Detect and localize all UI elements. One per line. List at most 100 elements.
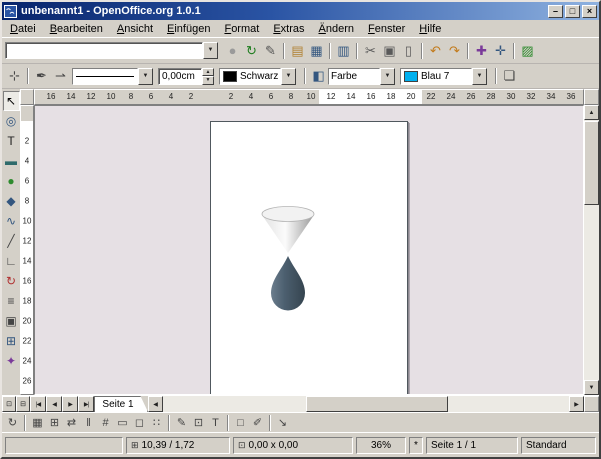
menu-item-ansicht[interactable]: Ansicht [110, 22, 160, 36]
area-style-icon[interactable]: ◧ [309, 67, 328, 86]
line-color-value[interactable]: Schwarz [219, 68, 281, 85]
simple-handles-icon[interactable]: □ [232, 415, 249, 431]
document-page[interactable] [210, 121, 408, 395]
lines-arrows-tool[interactable]: ╱ [3, 231, 20, 251]
ruler-origin-box[interactable] [20, 89, 34, 105]
connector-tool[interactable]: ∟ [3, 251, 20, 271]
master-mode-button[interactable]: ⊟ [16, 396, 30, 412]
show-grid-icon[interactable]: ▦ [29, 415, 46, 431]
page-mode-button[interactable]: ⊡ [2, 396, 16, 412]
snap-to-object-points-icon[interactable]: ∷ [148, 415, 165, 431]
menu-item-ändern[interactable]: Ändern [312, 22, 361, 36]
close-button[interactable]: × [582, 5, 597, 18]
vertical-scroll-track[interactable] [584, 205, 599, 380]
arrow-style-icon[interactable]: ⇀ [51, 67, 70, 86]
menu-item-hilfe[interactable]: Hilfe [412, 22, 448, 36]
alignment-tool[interactable]: ≡ [3, 291, 20, 311]
menu-item-extras[interactable]: Extras [266, 22, 311, 36]
spin-down-icon[interactable]: ▼ [202, 76, 214, 85]
snap-lines-visible-icon[interactable]: ‖ [80, 415, 97, 431]
objects3d-tool[interactable]: ◆ [3, 191, 20, 211]
page-tab[interactable]: Seite 1 [94, 396, 148, 412]
stop-icon[interactable]: ● [223, 41, 242, 60]
next-page-button[interactable]: ▶ [62, 396, 78, 412]
arrange-tool[interactable]: ▣ [3, 311, 20, 331]
edit-points-icon[interactable]: ⊹ [5, 67, 24, 86]
undo-icon[interactable]: ↶ [426, 41, 445, 60]
line-style-value[interactable] [72, 68, 138, 85]
modify-with-attributes-icon[interactable]: ✐ [249, 415, 266, 431]
vertical-scroll-thumb[interactable] [584, 121, 599, 205]
rectangle-tool[interactable]: ▬ [3, 151, 20, 171]
vertical-ruler[interactable]: 246810121416182022242628 [20, 105, 34, 395]
line-width-spinner[interactable]: ▲ ▼ [202, 68, 214, 85]
title-bar[interactable]: unbenannt1 - OpenOffice.org 1.0.1 – □ × [2, 2, 599, 20]
scroll-up-button[interactable]: ▲ [584, 105, 599, 120]
scroll-left-button[interactable]: ◀ [148, 396, 163, 412]
navigator-icon[interactable]: ✛ [491, 41, 510, 60]
insert-tool[interactable]: ⊞ [3, 331, 20, 351]
line-style-dropdown-button[interactable]: ▼ [138, 68, 153, 85]
maximize-button[interactable]: □ [565, 5, 580, 18]
line-width-input[interactable] [158, 68, 202, 85]
double-click-text-icon[interactable]: T [207, 415, 224, 431]
select-tool[interactable]: ↖ [3, 91, 20, 111]
h-ruler-number: 4 [169, 92, 173, 101]
horizontal-scroll-thumb[interactable] [306, 396, 448, 412]
redo-icon[interactable]: ↷ [445, 41, 464, 60]
horizontal-scrollbar[interactable] [163, 396, 569, 412]
vertical-scrollbar[interactable]: ▲ ▼ [584, 105, 599, 395]
fill-style-value[interactable]: Farbe [328, 68, 380, 85]
copy-icon[interactable]: ▣ [380, 41, 399, 60]
horizontal-ruler[interactable]: 1614121086422468101214161820222426283032… [34, 89, 584, 105]
exit-all-groups-icon[interactable]: ↘ [274, 415, 291, 431]
minimize-button[interactable]: – [548, 5, 563, 18]
teardrop-3d-object[interactable] [271, 256, 305, 311]
first-page-button[interactable]: |◀ [30, 396, 46, 412]
scroll-right-button[interactable]: ▶ [569, 396, 584, 412]
text-tool[interactable]: T [3, 131, 20, 151]
insert-object-icon[interactable]: ✚ [472, 41, 491, 60]
fill-color-dropdown-button[interactable]: ▼ [472, 68, 487, 85]
ellipse-tool[interactable]: ● [3, 171, 20, 191]
edit-file-icon[interactable]: ✎ [261, 41, 280, 60]
funnel-opening[interactable] [262, 207, 314, 222]
reload-icon[interactable]: ↻ [242, 41, 261, 60]
fill-color-value[interactable]: Blau 7 [400, 68, 472, 85]
print-icon[interactable]: ▥ [334, 41, 353, 60]
rotation-mode-icon[interactable]: ↻ [4, 415, 21, 431]
snap-to-object-border-icon[interactable]: ◻ [131, 415, 148, 431]
menu-item-format[interactable]: Format [217, 22, 266, 36]
quick-edit-icon[interactable]: ✎ [173, 415, 190, 431]
rotate-tool[interactable]: ↻ [3, 271, 20, 291]
zoom-tool[interactable]: ◎ [3, 111, 20, 131]
cut-icon[interactable]: ✂ [361, 41, 380, 60]
paste-icon[interactable]: ▯ [399, 41, 418, 60]
curve-tool[interactable]: ∿ [3, 211, 20, 231]
menu-item-fenster[interactable]: Fenster [361, 22, 412, 36]
line-dialog-icon[interactable]: ✒ [32, 67, 51, 86]
status-zoom-field[interactable]: 36% [356, 437, 406, 454]
previous-page-button[interactable]: ◀ [46, 396, 62, 412]
menu-item-datei[interactable]: Datei [3, 22, 43, 36]
line-color-dropdown-button[interactable]: ▼ [281, 68, 296, 85]
menu-item-einfügen[interactable]: Einfügen [160, 22, 217, 36]
snap-to-snap-lines-icon[interactable]: # [97, 415, 114, 431]
guides-when-moving-icon[interactable]: ⇄ [63, 415, 80, 431]
shadow-icon[interactable]: ❏ [500, 67, 519, 86]
scroll-down-button[interactable]: ▼ [584, 380, 599, 395]
effects-tool[interactable]: ✦ [3, 351, 20, 371]
gallery-icon[interactable]: ▨ [518, 41, 537, 60]
url-input[interactable] [5, 42, 203, 59]
url-dropdown-button[interactable]: ▼ [203, 42, 218, 59]
save-icon[interactable]: ▦ [307, 41, 326, 60]
last-page-button[interactable]: ▶| [78, 396, 94, 412]
menu-item-bearbeiten[interactable]: Bearbeiten [43, 22, 110, 36]
open-icon[interactable]: ▤ [288, 41, 307, 60]
select-text-area-icon[interactable]: ⊡ [190, 415, 207, 431]
snap-to-margins-icon[interactable]: ▭ [114, 415, 131, 431]
fill-style-dropdown-button[interactable]: ▼ [380, 68, 395, 85]
drawing-canvas[interactable] [34, 105, 584, 395]
snap-to-grid-icon[interactable]: ⊞ [46, 415, 63, 431]
spin-up-icon[interactable]: ▲ [202, 68, 214, 77]
